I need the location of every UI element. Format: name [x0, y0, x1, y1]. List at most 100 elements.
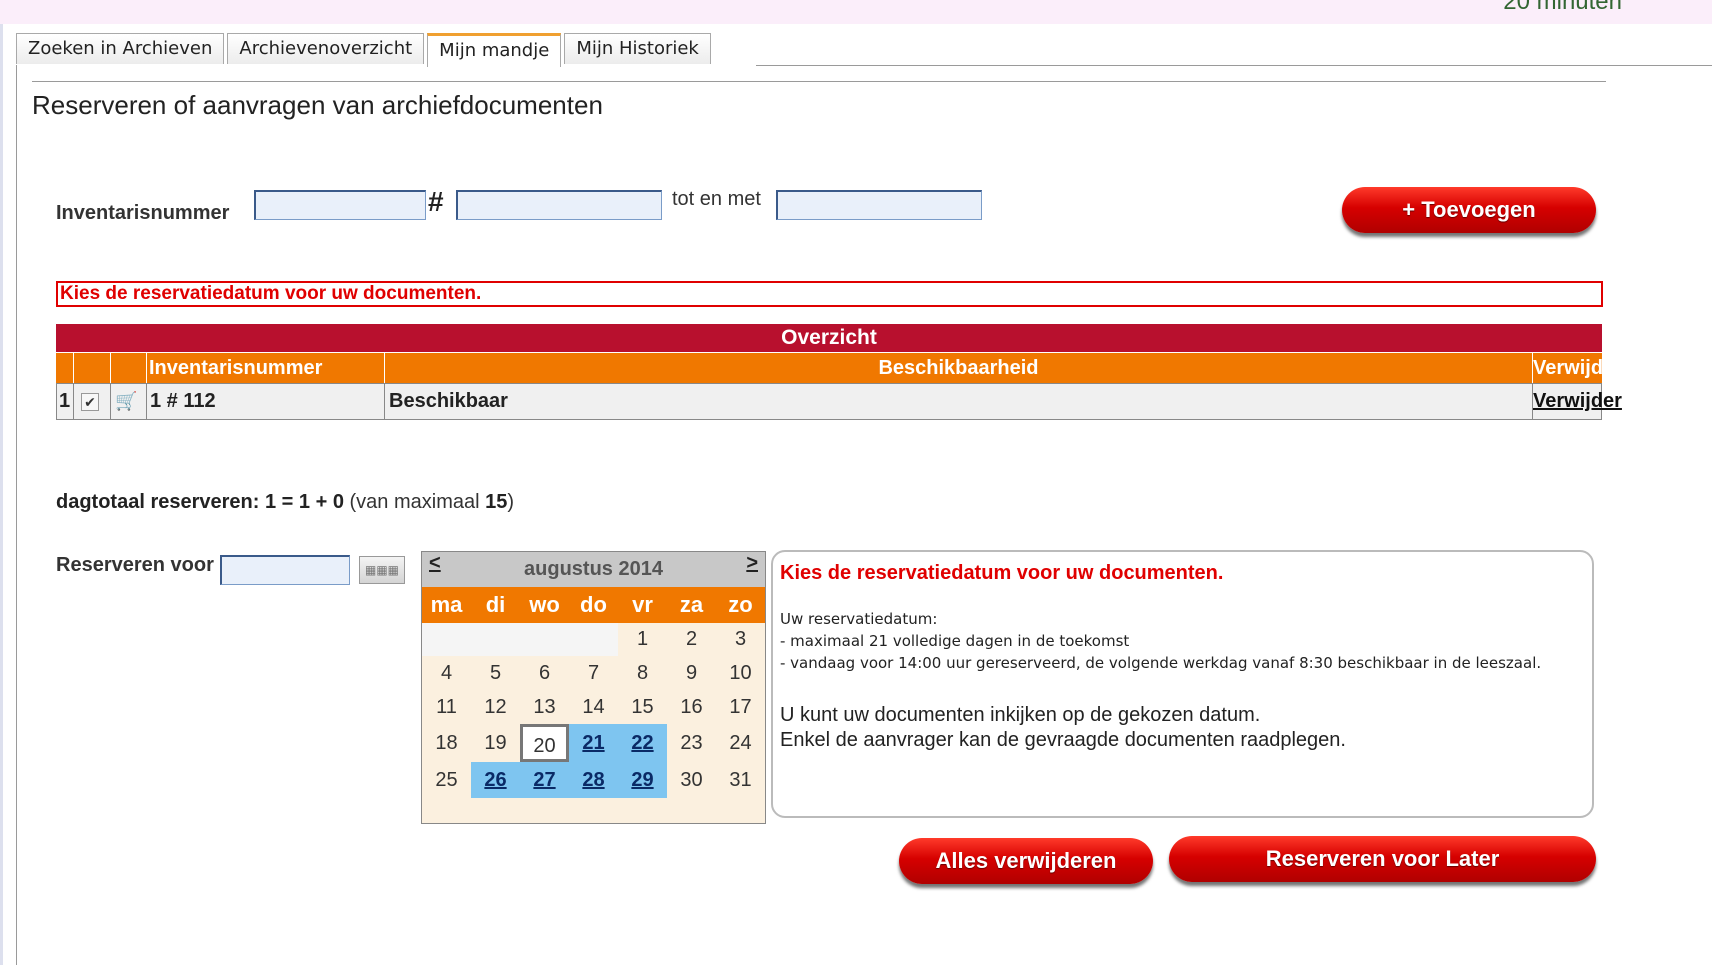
- delete-all-button[interactable]: Alles verwijderen: [899, 838, 1153, 884]
- calendar-day: 10: [729, 662, 752, 684]
- calendar-day: 12: [484, 696, 507, 718]
- day-total: dagtotaal reserveren: 1 = 1 + 0 (van max…: [56, 491, 514, 514]
- calendar-day: 9: [685, 662, 698, 684]
- row-beschikbaarheid: Beschikbaar: [385, 384, 1533, 419]
- table-row: 1 ✔ 🛒 1 # 112 Beschikbaar Verwijder: [56, 383, 1622, 420]
- remove-link[interactable]: Verwijder: [1533, 390, 1622, 412]
- calendar-prev-button[interactable]: <: [429, 552, 441, 575]
- calendar-day: 23: [680, 732, 703, 754]
- reserve-for-label: Reserveren voor: [56, 554, 214, 576]
- weekday-ma: ma: [430, 592, 463, 617]
- calendar-day: 5: [489, 662, 502, 684]
- reserve-later-button[interactable]: Reserveren voor Later: [1169, 836, 1596, 882]
- calendar-day: 13: [533, 696, 556, 718]
- weekday-vr: vr: [632, 592, 653, 617]
- calendar-day: 14: [582, 696, 605, 718]
- reserve-date-input[interactable]: [220, 555, 350, 585]
- info-line-2: - maximaal 21 volledige dagen in de toek…: [780, 632, 1130, 650]
- row-checkbox-cell: ✔: [74, 384, 111, 419]
- calendar-day-available[interactable]: 28: [569, 762, 618, 798]
- calendar-day: 4: [440, 662, 453, 684]
- calendar-day: 31: [729, 769, 752, 791]
- calendar-day: 17: [729, 696, 752, 718]
- session-timer: 20 minuten: [1503, 0, 1622, 15]
- calendar-day: 1: [636, 628, 649, 650]
- weekday-di: di: [485, 592, 506, 617]
- weekday-zo: zo: [728, 592, 753, 617]
- overview-title: Overzicht: [56, 324, 1602, 352]
- calendar-icon[interactable]: ▦▦▦: [359, 556, 405, 584]
- info-line-3: - vandaag voor 14:00 uur gereserveerd, d…: [780, 654, 1542, 672]
- inventaris-from-input[interactable]: [254, 190, 426, 220]
- calendar-day: 15: [631, 696, 654, 718]
- add-button[interactable]: + Toevoegen: [1342, 187, 1596, 233]
- calendar-day: 16: [680, 696, 703, 718]
- tab-mijn-historiek[interactable]: Mijn Historiek: [564, 33, 711, 64]
- calendar-day-available[interactable]: 26: [471, 762, 520, 798]
- inventaris-to-input[interactable]: [776, 190, 982, 220]
- tab-underline: [756, 65, 1712, 66]
- day-total-value: 1 = 1 + 0: [264, 491, 344, 513]
- day-total-suffix-end: ): [507, 491, 515, 513]
- day-total-max: 15: [485, 491, 508, 513]
- calendar-day: 25: [435, 769, 458, 791]
- calendar-weekdays: ma di wo do vr za zo: [422, 587, 765, 623]
- calendar-empty-cell: [520, 623, 569, 656]
- calendar-empty-cell: [471, 623, 520, 656]
- tab-mijn-mandje[interactable]: Mijn mandje: [427, 33, 562, 67]
- left-border: [0, 24, 3, 965]
- calendar-day: 11: [436, 696, 457, 718]
- calendar-day: 2: [685, 628, 698, 650]
- col-check: [74, 353, 111, 383]
- overview-header-row: Inventarisnummer Beschikbaarheid Verwijd…: [56, 353, 1646, 383]
- calendar-day: 19: [484, 732, 507, 754]
- row-index: 1: [57, 384, 74, 419]
- calendar-month: augustus 2014: [422, 552, 765, 587]
- calendar-day-available[interactable]: 27: [520, 762, 569, 798]
- col-index: [56, 353, 74, 383]
- info-title: Kies de reservatiedatum voor uw document…: [780, 562, 1224, 584]
- divider: [32, 81, 1606, 82]
- day-total-suffix: (van maximaal: [349, 491, 486, 513]
- info-line-4: U kunt uw documenten inkijken op de geko…: [780, 704, 1261, 726]
- page-title: Reserveren of aanvragen van archiefdocum…: [32, 90, 603, 120]
- hash-symbol: #: [428, 186, 444, 217]
- calendar: augustus 2014 < > ma di wo do vr za zo 1234567…: [421, 551, 766, 824]
- row-action-cell: Verwijder: [1533, 384, 1622, 419]
- weekday-do: do: [580, 592, 607, 617]
- calendar-day: 8: [636, 662, 649, 684]
- cart-icon: 🛒: [115, 391, 138, 411]
- checkbox[interactable]: ✔: [81, 393, 99, 411]
- weekday-za: za: [679, 592, 704, 617]
- calendar-next-button[interactable]: >: [746, 552, 758, 575]
- info-box: Kies de reservatiedatum voor uw document…: [771, 550, 1594, 818]
- col-verwijderen: Verwijderen: [1533, 357, 1646, 379]
- col-inventarisnummer: Inventarisnummer: [147, 353, 385, 383]
- calendar-day-today: 20: [520, 724, 569, 762]
- info-line-1: Uw reservatiedatum:: [780, 610, 938, 628]
- day-total-label: dagtotaal reserveren:: [56, 491, 260, 513]
- calendar-empty-cell: [569, 623, 618, 656]
- col-beschikbaarheid: Beschikbaarheid: [385, 353, 1533, 383]
- top-bar: 20 minuten: [0, 0, 1712, 24]
- calendar-day: 24: [729, 732, 752, 754]
- calendar-empty-cell: [422, 623, 471, 656]
- calendar-day-available[interactable]: 21: [569, 724, 618, 762]
- calendar-day: 18: [435, 732, 458, 754]
- col-cart: [111, 353, 147, 383]
- calendar-day-available[interactable]: 29: [618, 762, 667, 798]
- tot-en-met-label: tot en met: [672, 188, 761, 210]
- inventaris-number-input[interactable]: [456, 190, 662, 220]
- warning-message: Kies de reservatiedatum voor uw document…: [56, 281, 1603, 307]
- tab-archievenoverzicht[interactable]: Archievenoverzicht: [227, 33, 425, 64]
- calendar-day: 6: [538, 662, 551, 684]
- calendar-day: 3: [734, 628, 747, 650]
- calendar-day: 7: [587, 662, 600, 684]
- calendar-day-available[interactable]: 22: [618, 724, 667, 762]
- row-inventaris: 1 # 112: [147, 384, 385, 419]
- tab-bar: Zoeken in Archieven Archievenoverzicht M…: [16, 33, 714, 67]
- tab-zoeken[interactable]: Zoeken in Archieven: [16, 33, 225, 64]
- weekday-wo: wo: [529, 592, 560, 617]
- inventaris-label: Inventarisnummer: [56, 202, 230, 224]
- info-line-5: Enkel de aanvrager kan de gevraagde docu…: [780, 729, 1346, 751]
